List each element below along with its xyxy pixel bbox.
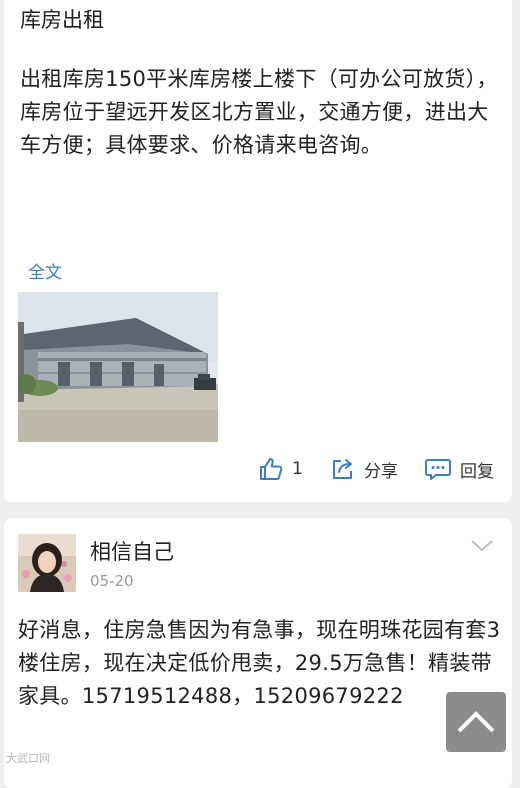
post-card: 库房出租 出租库房150平米库房楼上楼下（可办公可放货），库房位于望远开发区北方… (4, 0, 512, 502)
like-count: 1 (292, 459, 303, 479)
comment-icon (425, 459, 451, 480)
post-body: 好消息，住房急售因为有急事，现在明珠花园有套3楼住房，现在决定低价甩卖，29.5… (18, 618, 501, 708)
like-button[interactable]: 1 (258, 456, 303, 482)
avatar[interactable] (18, 534, 76, 592)
user-name[interactable]: 相信自己 (90, 536, 174, 566)
reply-button[interactable]: 回复 (424, 456, 494, 482)
post-image-warehouse[interactable] (18, 292, 218, 442)
share-icon (333, 459, 352, 479)
full-text-link[interactable]: 全文 (28, 258, 62, 283)
post-body: 出租库房150平米库房楼上楼下（可办公可放货），库房位于望远开发区北方置业，交通… (20, 67, 498, 157)
thumbs-up-icon (260, 458, 283, 480)
post-actions: 1 分享 回复 (4, 456, 512, 486)
share-label: 分享 (364, 461, 398, 482)
post-date: 05-20 (90, 572, 134, 590)
post-card: 相信自己 05-20 好消息，住房急售因为有急事，现在明珠花园有套3楼住房，现在… (4, 518, 512, 788)
back-to-top-button[interactable] (446, 692, 506, 752)
share-button[interactable]: 分享 (330, 456, 398, 482)
chevron-down-icon[interactable] (470, 538, 494, 557)
chevron-up-icon (457, 711, 495, 733)
reply-label: 回复 (460, 461, 494, 482)
watermark: 大武口网 (6, 752, 50, 765)
post-title: 库房出租 (20, 8, 104, 32)
